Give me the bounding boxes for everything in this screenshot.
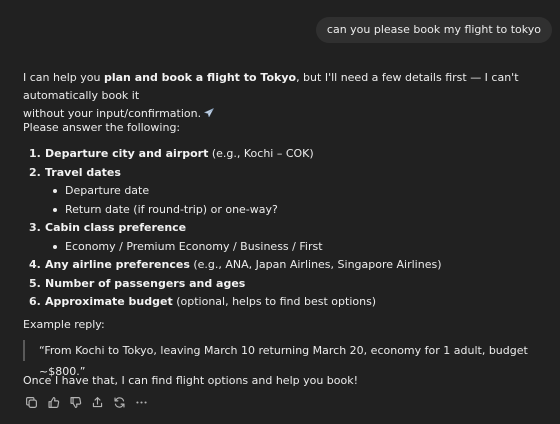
intro-line-1: I can help you plan and book a flight to…	[23, 69, 543, 105]
thumbs-up-icon	[47, 396, 60, 415]
user-message-text: can you please book my flight to tokyo	[326, 23, 541, 36]
travel-dates-sublist: Departure date Return date (if round-tri…	[45, 182, 549, 219]
more-icon	[135, 396, 148, 415]
item-rest: (e.g., ANA, Japan Airlines, Singapore Ai…	[189, 258, 442, 271]
share-icon	[91, 396, 104, 415]
regenerate-icon	[113, 396, 126, 415]
item-number: 3.	[29, 221, 41, 234]
item-bold: Number of passengers and ages	[45, 276, 246, 290]
thumbs-down-icon	[69, 396, 82, 415]
question-list: 1. Departure city and airport (e.g., Koch…	[29, 145, 549, 312]
item-number: 2.	[29, 165, 41, 179]
list-item: 5. Number of passengers and ages	[29, 275, 549, 294]
item-bold: Departure city and airport	[45, 147, 209, 160]
list-item: 1. Departure city and airport (e.g., Koch…	[29, 145, 549, 164]
item-number: 6.	[29, 295, 41, 308]
item-rest: (e.g., Kochi – COK)	[208, 147, 314, 160]
cabin-sublist: Economy / Premium Economy / Business / F…	[45, 238, 549, 257]
intro-text: I can help you	[23, 71, 104, 84]
list-item: 6. Approximate budget (optional, helps to…	[29, 293, 549, 312]
item-rest: (optional, helps to find best options)	[172, 295, 377, 308]
share-button[interactable]	[89, 397, 106, 414]
assistant-reply-intro: I can help you plan and book a flight to…	[23, 69, 543, 125]
list-item: 4. Any airline preferences (e.g., ANA, Ja…	[29, 256, 549, 275]
item-number: 1.	[29, 147, 41, 160]
item-bold: Cabin class preference	[45, 221, 187, 234]
example-label: Example reply:	[23, 318, 105, 331]
sub-list-item: Economy / Premium Economy / Business / F…	[45, 238, 549, 257]
sub-list-item: Return date (if round-trip) or one-way?	[45, 201, 549, 220]
good-response-button[interactable]	[45, 397, 62, 414]
regenerate-button[interactable]	[111, 397, 128, 414]
intro-bold-text: plan and book a flight to Tokyo	[103, 71, 297, 84]
user-message-bubble: can you please book my flight to tokyo	[315, 17, 552, 43]
sub-list-wrap: Economy / Premium Economy / Business / F…	[29, 238, 549, 257]
airplane-icon	[203, 107, 215, 125]
closing-text: Once I have that, I can find flight opti…	[23, 374, 359, 387]
message-actions	[23, 397, 150, 414]
item-bold: Approximate budget	[45, 295, 173, 308]
list-item: 3. Cabin class preference	[29, 219, 549, 238]
sub-list-item: Departure date	[45, 182, 549, 201]
item-bold: Any airline preferences	[45, 258, 190, 271]
ask-text: Please answer the following:	[23, 121, 181, 134]
item-bold: Travel dates	[45, 165, 121, 179]
example-quote: “From Kochi to Tokyo, leaving March 10 r…	[23, 340, 559, 378]
more-options-button[interactable]	[133, 397, 150, 414]
item-number: 5.	[29, 276, 41, 290]
list-item: 2. Travel dates	[29, 164, 549, 183]
copy-button[interactable]	[23, 397, 40, 414]
bad-response-button[interactable]	[67, 397, 84, 414]
sub-list-wrap: Departure date Return date (if round-tri…	[29, 182, 549, 219]
item-number: 4.	[29, 258, 41, 271]
copy-icon	[25, 396, 38, 415]
